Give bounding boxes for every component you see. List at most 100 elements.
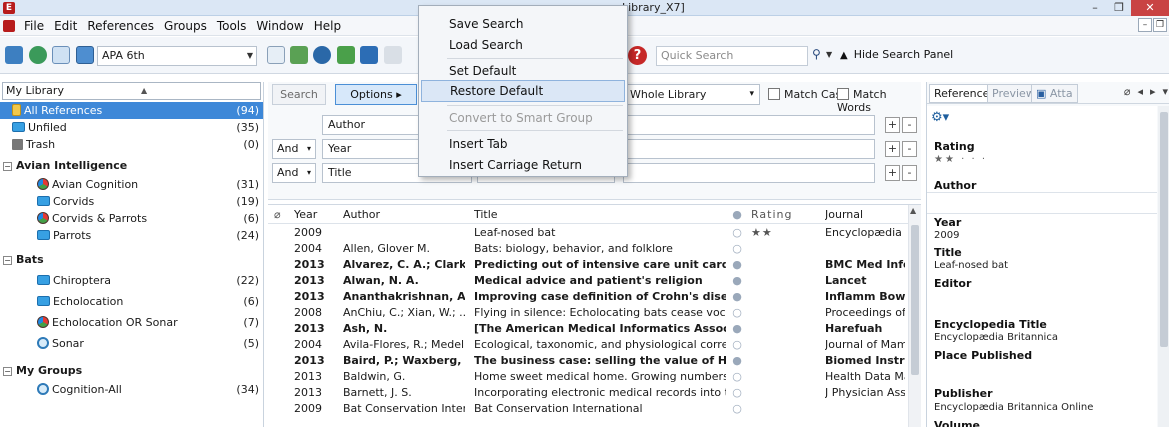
unread-dot-icon[interactable]: ● bbox=[730, 353, 744, 369]
scrollbar-thumb[interactable] bbox=[1160, 112, 1168, 347]
doc-restore-button[interactable]: ❐ bbox=[1153, 18, 1167, 32]
maximize-button[interactable]: ❐ bbox=[1107, 0, 1131, 16]
author-field[interactable] bbox=[927, 192, 1157, 214]
menu-groups[interactable]: Groups bbox=[159, 19, 212, 33]
read-dot-icon[interactable]: ○ bbox=[730, 241, 744, 257]
copy-icon[interactable] bbox=[267, 46, 285, 64]
menu-help[interactable]: Help bbox=[309, 19, 346, 33]
group-echolocation-or-sonar[interactable]: Echolocation OR Sonar (7) bbox=[0, 314, 263, 331]
search-value-input[interactable] bbox=[623, 115, 875, 135]
reference-row[interactable]: 2013 Barnett, J. S. Incorporating electron… bbox=[268, 385, 908, 401]
remove-criterion-button[interactable]: - bbox=[902, 141, 917, 157]
rating-stars[interactable]: ★★ · · · bbox=[934, 154, 987, 165]
scroll-up-icon[interactable]: ▲ bbox=[910, 206, 916, 215]
remove-criterion-button[interactable]: - bbox=[902, 117, 917, 133]
group-all-references[interactable]: All References (94) bbox=[0, 102, 263, 119]
reference-row[interactable]: 2004 Avila-Flores, R.; Medell... Ecologica… bbox=[268, 337, 908, 353]
search-button[interactable]: Search bbox=[272, 84, 326, 105]
read-dot-icon[interactable]: ○ bbox=[730, 401, 744, 417]
search-value-input[interactable] bbox=[623, 139, 875, 159]
chevron-down-icon[interactable]: ▼ bbox=[826, 50, 832, 59]
unread-dot-icon[interactable]: ● bbox=[730, 289, 744, 305]
find-icon[interactable] bbox=[313, 46, 331, 64]
integrated-mode-icon[interactable] bbox=[52, 46, 70, 64]
menu-item-insert-carriage-return[interactable]: Insert Carriage Return bbox=[421, 154, 625, 176]
collapse-icon[interactable]: − bbox=[3, 255, 12, 265]
import-icon[interactable] bbox=[337, 46, 355, 64]
read-dot-icon[interactable]: ○ bbox=[730, 385, 744, 401]
add-criterion-button[interactable]: + bbox=[885, 117, 900, 133]
year-value[interactable]: 2009 bbox=[934, 230, 959, 241]
mode-icon[interactable] bbox=[76, 46, 94, 64]
search-icon[interactable]: ⚲ bbox=[812, 47, 821, 61]
group-corvids[interactable]: Corvids (19) bbox=[0, 193, 263, 210]
column-author[interactable]: Author bbox=[343, 205, 465, 224]
unread-dot-icon[interactable]: ● bbox=[730, 257, 744, 273]
column-year[interactable]: Year bbox=[294, 205, 334, 224]
menu-item-restore-default[interactable]: Restore Default bbox=[421, 80, 625, 102]
read-dot-icon[interactable]: ○ bbox=[730, 369, 744, 385]
menu-item-save-search[interactable]: Save Search bbox=[421, 13, 625, 35]
scrollbar-thumb[interactable] bbox=[911, 225, 919, 375]
match-case-checkbox[interactable]: Match Case bbox=[768, 88, 848, 101]
group-set-avian[interactable]: − Avian Intelligence bbox=[0, 155, 263, 176]
reference-row[interactable]: 2009 Bat Conservation Inter... Bat Conserv… bbox=[268, 401, 908, 417]
collapse-icon[interactable]: ▲ bbox=[141, 83, 147, 99]
group-corvids-parrots[interactable]: Corvids & Parrots (6) bbox=[0, 210, 263, 227]
menu-item-load-search[interactable]: Load Search bbox=[421, 34, 625, 56]
reference-row[interactable]: 2013 Baldwin, G. Home sweet medical home. … bbox=[268, 369, 908, 385]
reference-row[interactable]: 2013 Alwan, N. A. Medical advice and patie… bbox=[268, 273, 908, 289]
add-criterion-button[interactable]: + bbox=[885, 165, 900, 181]
menu-edit[interactable]: Edit bbox=[49, 19, 82, 33]
library-header[interactable]: My Library ▲ bbox=[2, 82, 261, 100]
reference-row[interactable]: 2013 Alvarez, C. A.; Clark, C.... Predicti… bbox=[268, 257, 908, 273]
group-set-bats[interactable]: − Bats bbox=[0, 249, 263, 270]
collapse-icon[interactable]: − bbox=[3, 366, 12, 376]
remove-criterion-button[interactable]: - bbox=[902, 165, 917, 181]
title-value[interactable]: Leaf-nosed bat bbox=[934, 260, 1008, 271]
column-title[interactable]: Title bbox=[474, 205, 726, 224]
group-echolocation[interactable]: Echolocation (6) bbox=[0, 293, 263, 310]
online-mode-icon[interactable] bbox=[29, 46, 47, 64]
read-dot-icon[interactable]: ○ bbox=[730, 305, 744, 321]
menu-references[interactable]: References bbox=[82, 19, 159, 33]
reference-panel-scrollbar[interactable] bbox=[1158, 106, 1169, 427]
search-scope-select[interactable]: Whole Library ▾ bbox=[625, 84, 760, 105]
boolean-select[interactable]: And ▾ bbox=[272, 139, 316, 159]
attach-icon[interactable] bbox=[384, 46, 402, 64]
menu-item-insert-tab[interactable]: Insert Tab bbox=[421, 133, 625, 155]
group-unfiled[interactable]: Unfiled (35) bbox=[0, 119, 263, 136]
paperclip-icon[interactable]: ⌀ bbox=[274, 205, 288, 224]
search-value-input[interactable] bbox=[623, 163, 875, 183]
group-trash[interactable]: Trash (0) bbox=[0, 136, 263, 153]
reference-row[interactable]: 2008 AnChiu, C.; Xian, W.; ... Flying in s… bbox=[268, 305, 908, 321]
group-sonar[interactable]: Sonar (5) bbox=[0, 335, 263, 352]
read-status-column-icon[interactable]: ● bbox=[730, 205, 744, 224]
group-avian-cognition[interactable]: Avian Cognition (31) bbox=[0, 176, 263, 193]
collapse-icon[interactable]: − bbox=[3, 161, 12, 171]
match-words-checkbox[interactable]: Match Words bbox=[837, 88, 921, 114]
unread-dot-icon[interactable]: ● bbox=[730, 273, 744, 289]
column-journal[interactable]: Journal bbox=[825, 205, 905, 224]
boolean-select[interactable]: And ▾ bbox=[272, 163, 316, 183]
tab-reference[interactable]: Reference bbox=[929, 84, 995, 103]
group-cognition-all[interactable]: Cognition-All (34) bbox=[0, 381, 263, 398]
unread-dot-icon[interactable]: ● bbox=[730, 321, 744, 337]
doc-minimize-button[interactable]: – bbox=[1138, 18, 1152, 32]
publisher-value[interactable]: Encyclopædia Britannica Online bbox=[934, 402, 1093, 413]
hide-search-panel-button[interactable]: ▲ Hide Search Panel bbox=[840, 48, 953, 61]
panel-nav[interactable]: ⌀ ◂ ▸ ▾ bbox=[1124, 85, 1168, 98]
group-parrots[interactable]: Parrots (24) bbox=[0, 227, 263, 244]
reference-row[interactable]: 2004 Allen, Glover M. Bats: biology, behav… bbox=[268, 241, 908, 257]
menu-file[interactable]: File bbox=[19, 19, 49, 33]
group-chiroptera[interactable]: Chiroptera (22) bbox=[0, 272, 263, 289]
menu-window[interactable]: Window bbox=[251, 19, 308, 33]
column-rating[interactable]: Rating bbox=[751, 205, 811, 224]
reference-row[interactable]: 2013 Ash, N. [The American Medical Informa… bbox=[268, 321, 908, 337]
add-criterion-button[interactable]: + bbox=[885, 141, 900, 157]
export-icon[interactable] bbox=[360, 46, 378, 64]
close-button[interactable]: ✕ bbox=[1131, 0, 1169, 16]
tab-attached-pdfs[interactable]: ▣ Atta bbox=[1031, 84, 1078, 103]
read-dot-icon[interactable]: ○ bbox=[730, 337, 744, 353]
output-style-select[interactable]: APA 6th ▼ bbox=[97, 46, 257, 66]
